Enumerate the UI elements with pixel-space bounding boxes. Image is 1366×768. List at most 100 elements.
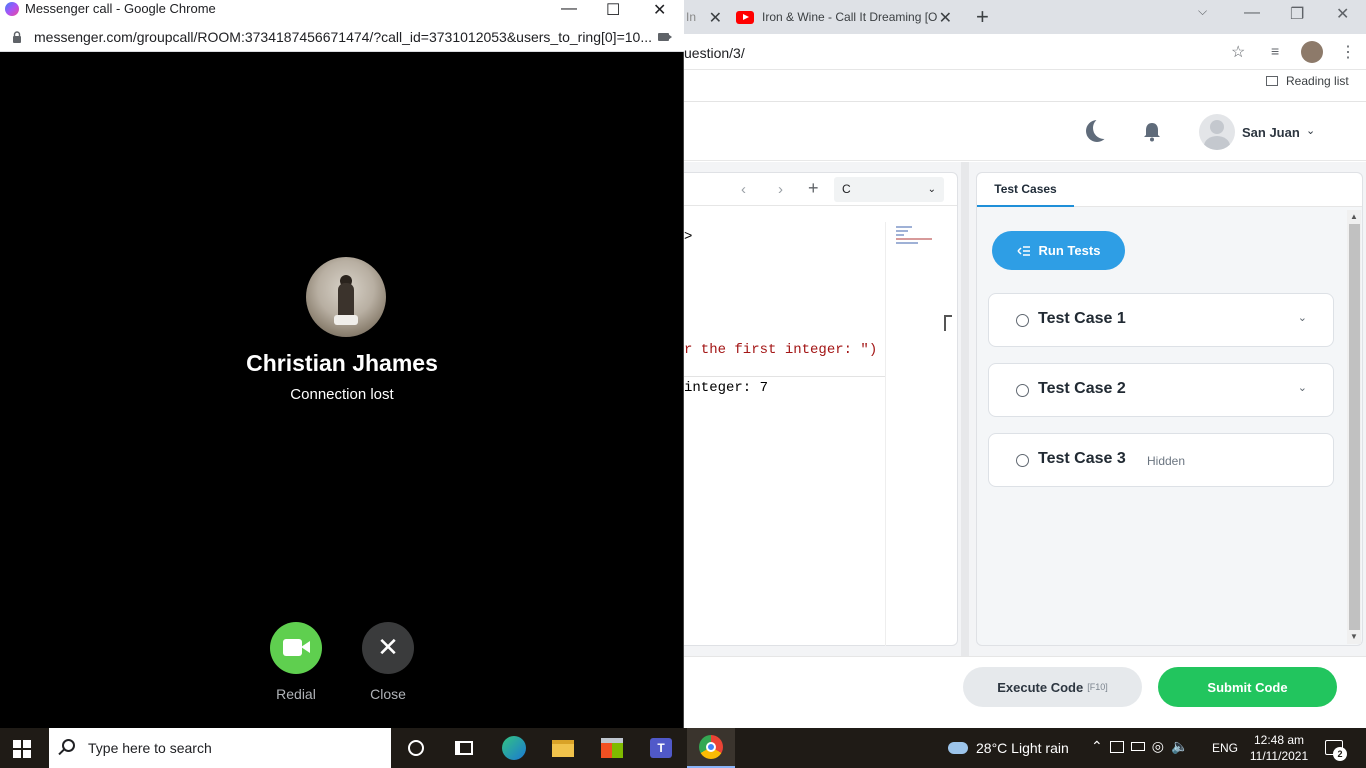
execute-code-button[interactable]: Execute Code [F10] [963,667,1142,707]
task-view-icon[interactable] [440,728,488,768]
weather-widget[interactable]: 28°C Light rain [948,740,1069,756]
caller-avatar [306,257,386,337]
chevron-down-icon[interactable]: ⌄ [1306,124,1315,137]
notification-count-badge: 2 [1333,747,1347,761]
list-run-icon [1017,245,1030,256]
test-case-title: Test Case 3 [1038,450,1126,467]
tab-close-icon[interactable]: ✕ [709,8,722,28]
test-case-status-icon [1016,314,1029,327]
volume-icon[interactable]: 🔈 [1171,738,1188,755]
minimap-line [896,230,908,232]
new-tab-button[interactable]: + [976,4,989,30]
search-icon [62,739,75,752]
reading-list-label: Reading list [1286,74,1349,88]
language-select[interactable]: C ⌄ [834,177,944,202]
media-control-icon[interactable]: ≡ [1271,43,1279,59]
tests-scrollbar-thumb[interactable] [1349,224,1360,630]
redial-button[interactable] [270,622,322,674]
chevron-down-icon: ⌄ [927,184,936,195]
close-call-button[interactable]: ✕ [362,622,414,674]
user-name[interactable]: San Juan [1242,125,1300,140]
reading-list-button[interactable]: Reading list [1266,74,1349,88]
tab-search-chevron-icon[interactable]: ⌵ [1198,4,1207,19]
test-case-card[interactable]: Test Case 1 ⌄ [988,293,1334,347]
window-close-icon[interactable]: ✕ [653,0,666,20]
add-file-icon[interactable]: + [808,178,819,199]
messenger-call-window: Messenger call - Google Chrome — ☐ ✕ mes… [0,0,684,728]
network-globe-icon[interactable]: ◎ [1152,738,1164,755]
tab-label: Iron & Wine - Call It Dreaming [O [762,10,938,24]
chevron-left-icon[interactable]: ‹ [741,181,746,198]
test-case-status-icon [1016,454,1029,467]
run-tests-label: Run Tests [1038,243,1101,258]
submit-code-button[interactable]: Submit Code [1158,667,1337,707]
edge-icon[interactable] [490,728,538,768]
editor-scroll-marker [944,315,952,331]
close-icon: ✕ [377,632,399,662]
minimap-line [896,226,912,228]
dark-mode-moon-icon[interactable] [1086,117,1115,142]
video-camera-lens-icon [301,641,310,653]
window-close-icon[interactable]: ✕ [1336,4,1349,24]
teams-icon[interactable]: T [637,728,685,768]
minimize-icon[interactable]: — [561,0,577,18]
chrome-icon[interactable] [687,728,735,768]
taskbar-search-placeholder: Type here to search [88,740,212,756]
file-explorer-icon[interactable] [539,728,587,768]
execute-shortcut: [F10] [1087,682,1108,692]
tab-label: In [686,10,697,24]
windows-start-icon[interactable] [13,740,31,758]
restore-icon[interactable]: ❐ [1290,4,1304,24]
avatar-photo-figure [338,283,354,319]
language-value: C [842,182,851,196]
microsoft-store-icon[interactable] [588,728,636,768]
minimap-line [896,238,932,240]
code-line[interactable]: > [684,229,692,245]
test-case-title: Test Case 1 [1038,310,1126,327]
weather-text: 28°C Light rain [976,740,1069,756]
clock-date: 11/11/2021 [1249,749,1309,763]
test-case-title: Test Case 2 [1038,380,1126,397]
tab-partial[interactable]: In ✕ [686,2,736,32]
user-avatar[interactable] [1199,114,1235,150]
panel-resize-divider[interactable] [961,162,969,656]
tray-app-icon[interactable] [1109,740,1124,753]
redial-label: Redial [276,686,316,702]
input-language[interactable]: ENG [1212,741,1238,755]
code-minimap[interactable] [885,222,943,646]
tab-iron-and-wine[interactable]: Iron & Wine - Call It Dreaming [O ✕ [736,2,966,32]
notification-bell-icon[interactable] [1143,122,1161,142]
call-url[interactable]: messenger.com/groupcall/ROOM:37341874566… [34,29,652,45]
run-tests-button[interactable]: Run Tests [992,231,1125,270]
tab-test-cases[interactable]: Test Cases [977,173,1074,207]
scroll-up-arrow-icon[interactable]: ▲ [1350,212,1358,221]
profile-avatar[interactable] [1301,41,1323,63]
close-label: Close [370,686,406,702]
test-case-card[interactable]: Test Case 3 Hidden [988,433,1334,487]
test-case-card[interactable]: Test Case 2 ⌄ [988,363,1334,417]
clock-time: 12:48 am [1253,733,1305,747]
youtube-icon [736,10,754,24]
tab-close-icon[interactable]: ✕ [939,8,952,28]
cortana-icon[interactable] [392,728,440,768]
editor-separator [684,376,885,377]
minimize-icon[interactable]: — [1244,4,1260,22]
chevron-down-icon[interactable]: ⌄ [1298,381,1307,394]
clock[interactable]: 12:48 am 11/11/2021 [1248,732,1310,764]
battery-icon[interactable] [1130,742,1145,751]
lock-icon[interactable] [12,31,22,43]
bookmark-star-icon[interactable]: ☆ [1231,42,1245,62]
camera-in-use-icon[interactable] [658,33,672,41]
chevron-down-icon[interactable]: ⌄ [1298,311,1307,324]
browser-menu-icon[interactable]: ⋮ [1340,42,1356,62]
code-line[interactable]: r the first integer: ") [684,342,877,358]
scroll-down-arrow-icon[interactable]: ▼ [1350,632,1358,641]
chevron-right-icon[interactable]: › [778,181,783,198]
output-line: integer: 7 [684,380,769,396]
video-camera-icon [283,639,302,656]
address-bar[interactable]: uestion/3/ [684,41,1254,65]
maximize-icon[interactable]: ☐ [606,0,620,20]
minimap-line [896,234,904,236]
avatar-photo-legs [334,315,358,325]
tray-overflow-chevron-icon[interactable]: ⌃ [1091,738,1103,755]
